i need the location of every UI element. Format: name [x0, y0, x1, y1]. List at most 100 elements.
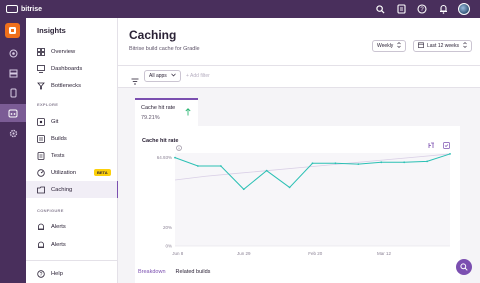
- alerts-icon: [37, 241, 45, 249]
- device-icon[interactable]: [0, 84, 26, 102]
- sidebar-item-help[interactable]: ? Help: [26, 265, 118, 282]
- overview-icon: [37, 47, 45, 56]
- svg-text:?: ?: [40, 271, 43, 277]
- data-point: [357, 163, 360, 166]
- metric-value: 79.21%: [141, 115, 160, 121]
- sidebar-divider: [26, 260, 118, 261]
- sidebar-item-label: Alerts: [51, 223, 66, 230]
- sidebar-item-builds[interactable]: Builds: [26, 130, 118, 147]
- page-header: Caching Bitrise build cache for Gradle W…: [118, 18, 480, 66]
- insights-sidebar: Insights Overview Dashboards Bottlenecks…: [26, 18, 119, 283]
- filter-icon[interactable]: [131, 72, 139, 90]
- page-subtitle: Bitrise build cache for Gradle: [129, 46, 200, 52]
- data-point: [219, 165, 222, 167]
- data-point: [403, 161, 406, 164]
- tests-icon: [37, 151, 45, 160]
- data-point: [265, 169, 268, 172]
- left-rail: [0, 18, 26, 283]
- help-icon[interactable]: ?: [416, 3, 428, 15]
- logo-icon: [6, 5, 18, 13]
- sidebar-item-overview[interactable]: Overview: [26, 43, 118, 60]
- cache-hit-rate-chart: 64.93% 20% 0%Jun 8 Jun 29 Feb 20 Mar 12: [157, 153, 451, 256]
- sidebar-item-label: Bottlenecks: [51, 82, 81, 89]
- y-tick-label: 64.93%: [157, 155, 172, 160]
- bell-icon[interactable]: [437, 3, 449, 15]
- bottleneck-icon: [37, 82, 45, 90]
- sidebar-item-alerts[interactable]: Alerts: [26, 218, 118, 235]
- sidebar-item-alerts-2[interactable]: Alerts: [26, 236, 118, 253]
- date-range-select[interactable]: Last 12 weeks: [413, 40, 472, 52]
- data-point: [334, 162, 337, 165]
- logo-text: bitrise: [21, 5, 43, 13]
- chart-card: Cache hit rate 64.93% 20% 0% Jun 8 Jun 29 Feb…: [135, 126, 460, 283]
- search-icon[interactable]: [374, 3, 386, 15]
- y-tick-label: 20%: [163, 225, 172, 230]
- sidebar-item-bottlenecks[interactable]: Bottlenecks: [26, 77, 118, 94]
- filter-bar: All apps + Add filter: [118, 66, 480, 88]
- sidebar-title: Insights: [37, 26, 66, 35]
- sidebar-item-caching[interactable]: Caching: [26, 181, 119, 198]
- bottom-tabs: Breakdown Related builds: [138, 269, 210, 275]
- utilization-icon: [37, 168, 45, 177]
- main-content: Caching Bitrise build cache for Gradle W…: [118, 18, 480, 283]
- x-tick-label: Jun 8: [172, 251, 184, 256]
- chevron-down-icon: [171, 73, 176, 79]
- data-point: [380, 161, 383, 164]
- sidebar-item-tests[interactable]: Tests: [26, 147, 118, 164]
- sidebar-item-label: Git: [51, 118, 59, 125]
- sidebar-item-label: Tests: [51, 152, 65, 159]
- add-filter-button[interactable]: + Add filter: [186, 73, 210, 79]
- section-explore: EXPLORE: [37, 102, 59, 107]
- chevron-updown-icon: [463, 42, 467, 50]
- git-icon: [37, 117, 45, 126]
- insights-icon[interactable]: [0, 104, 26, 122]
- tab-breakdown[interactable]: Breakdown: [138, 269, 166, 275]
- doc-icon[interactable]: [395, 3, 407, 15]
- date-range-value: Last 12 weeks: [427, 43, 459, 49]
- data-point: [197, 165, 199, 167]
- data-point: [426, 160, 428, 163]
- data-point: [288, 186, 291, 189]
- page-title: Caching: [129, 28, 177, 42]
- sidebar-item-label: Dashboards: [51, 65, 83, 72]
- chat-button[interactable]: [456, 259, 472, 275]
- sidebar-item-label: Overview: [51, 48, 76, 55]
- search-icon: [460, 258, 468, 276]
- sidebar-item-label: Help: [51, 270, 63, 277]
- chart-title: Cache hit rate: [142, 138, 179, 144]
- help-icon: ?: [37, 269, 45, 278]
- radar-icon[interactable]: [0, 44, 26, 62]
- stack-icon[interactable]: [0, 64, 26, 82]
- data-point: [449, 153, 451, 155]
- x-tick-label: Jun 29: [237, 251, 251, 256]
- beta-badge: BETA: [94, 169, 111, 176]
- data-point: [311, 162, 314, 165]
- sidebar-item-dashboards[interactable]: Dashboards: [26, 60, 118, 77]
- app-logo-icon[interactable]: [5, 23, 20, 38]
- tab-related-builds[interactable]: Related builds: [176, 269, 211, 275]
- alerts-icon: [37, 223, 45, 231]
- sidebar-item-label: Alerts: [51, 241, 66, 248]
- data-point: [174, 156, 176, 159]
- sidebar-item-label: Utilization: [51, 169, 77, 176]
- top-bar: bitrise ?: [0, 0, 480, 18]
- avatar[interactable]: [458, 3, 470, 15]
- data-point: [242, 188, 245, 191]
- builds-icon: [37, 134, 45, 143]
- bitrise-logo[interactable]: bitrise: [6, 5, 42, 13]
- y-tick-label: 0%: [165, 244, 172, 249]
- sidebar-item-git[interactable]: Git: [26, 113, 118, 130]
- arrow-up-icon: [185, 103, 191, 121]
- apps-filter-select[interactable]: All apps: [144, 70, 181, 82]
- granularity-select[interactable]: Weekly: [372, 40, 407, 52]
- sidebar-item-label: Builds: [51, 135, 67, 142]
- metric-name: Cache hit rate: [141, 105, 176, 111]
- calendar-icon: [418, 42, 424, 50]
- metric-tab-cache-hit-rate[interactable]: Cache hit rate 79.21%: [135, 98, 198, 126]
- sidebar-item-label: Caching: [51, 186, 73, 193]
- chevron-updown-icon: [397, 42, 402, 50]
- gear-icon[interactable]: [0, 124, 26, 142]
- plot-area: [175, 153, 450, 246]
- caching-icon: [37, 186, 45, 194]
- x-tick-label: Mar 12: [377, 251, 392, 256]
